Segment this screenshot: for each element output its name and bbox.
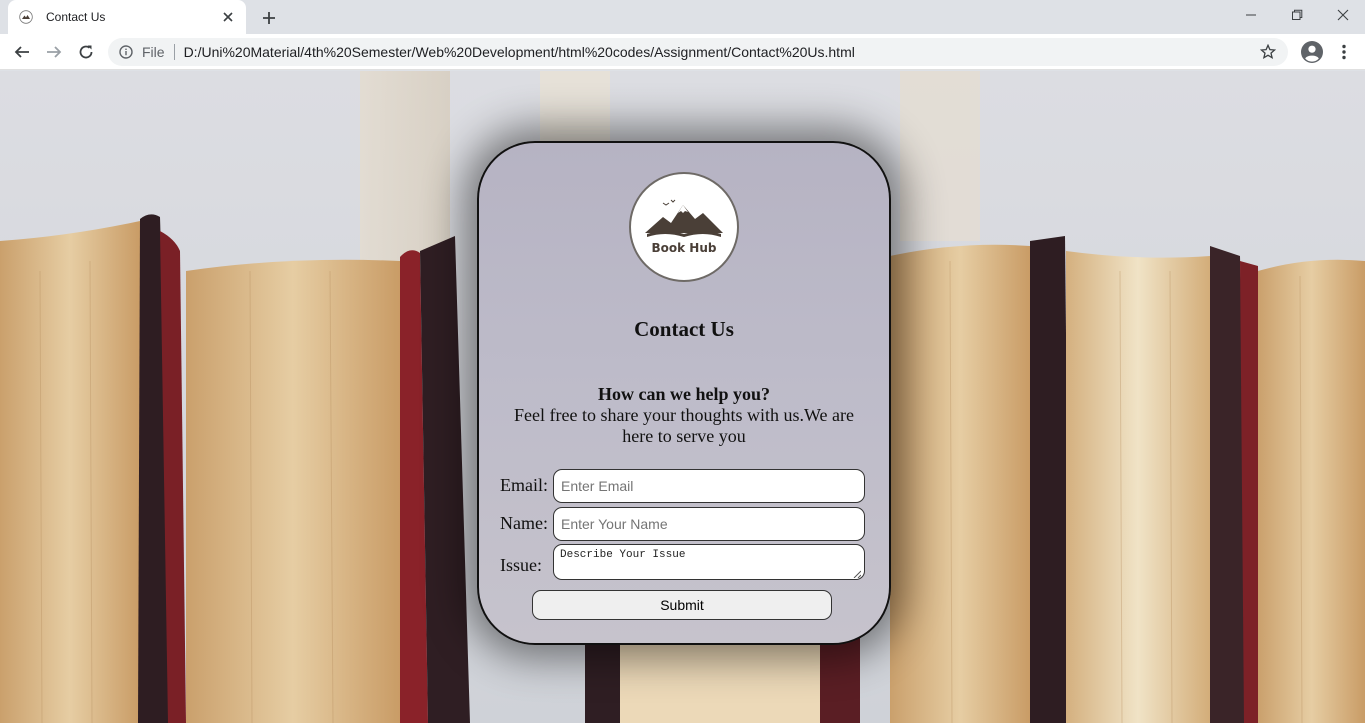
email-field[interactable] [553,469,865,503]
page-title: Contact Us [634,317,734,341]
tab-close-icon[interactable] [220,9,236,25]
name-label: Name: [500,513,548,533]
book-hub-logo: Book Hub [629,172,739,282]
browser-tab[interactable]: Contact Us [8,0,246,34]
page-viewport: Book Hub Contact Us How can we help you?… [0,71,1365,723]
mountain-book-icon [645,199,723,237]
more-vert-icon[interactable] [1334,40,1354,64]
address-bar[interactable]: File D:/Uni%20Material/4th%20Semester/We… [108,38,1288,66]
contact-card: Book Hub Contact Us How can we help you?… [477,141,891,645]
reload-icon[interactable] [74,40,98,64]
submit-button[interactable]: Submit [532,590,832,620]
star-icon[interactable] [1260,44,1276,60]
logo-text: Book Hub [651,241,717,255]
restore-icon[interactable] [1274,0,1320,30]
profile-avatar-icon[interactable] [1300,40,1324,64]
omnibox-divider [173,44,175,60]
tab-strip: Contact Us [0,0,1365,34]
book-hub-favicon-icon [18,9,34,25]
back-arrow-icon[interactable] [10,40,34,64]
new-tab-plus-icon[interactable] [258,7,280,29]
help-description: Feel free to share your thoughts with us… [514,405,854,446]
url-text[interactable]: D:/Uni%20Material/4th%20Semester/Web%20D… [184,44,855,60]
tab-title: Contact Us [46,10,106,24]
issue-label: Issue: [500,555,542,575]
forward-arrow-icon[interactable] [42,40,66,64]
browser-toolbar: File D:/Uni%20Material/4th%20Semester/We… [0,34,1365,70]
minimize-icon[interactable] [1228,0,1274,30]
info-icon[interactable] [118,44,134,60]
issue-textarea[interactable] [553,544,865,580]
name-field[interactable] [553,507,865,541]
window-close-icon[interactable] [1320,0,1365,30]
resize-grip-icon[interactable] [853,570,861,578]
security-label: File [142,44,165,60]
help-subtitle: How can we help you? [597,384,770,404]
email-label: Email: [500,475,548,495]
